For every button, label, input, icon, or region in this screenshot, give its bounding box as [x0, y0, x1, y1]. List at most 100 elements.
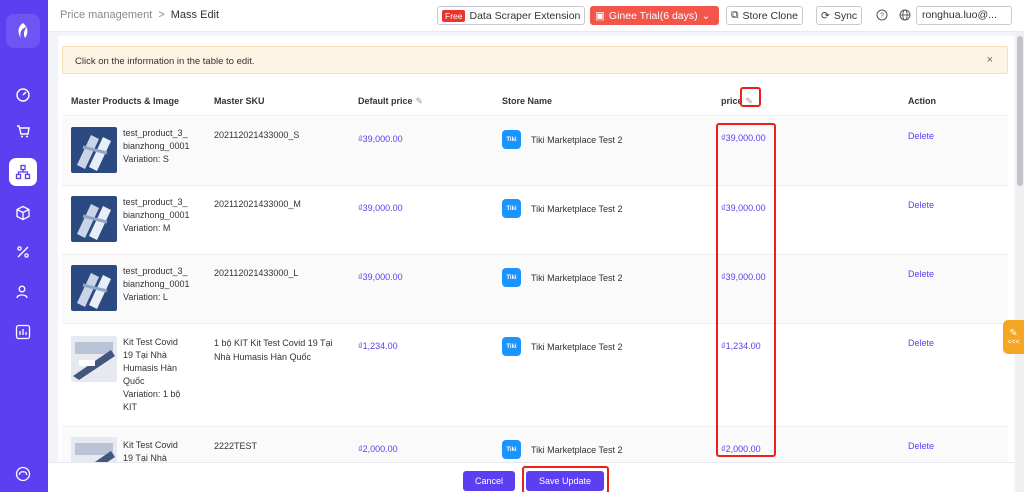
product-name-line: bianzhong_0001	[123, 279, 190, 289]
save-button-highlight	[522, 466, 609, 492]
globe-icon[interactable]	[899, 9, 911, 21]
tiki-store-icon: Tiki	[502, 268, 521, 287]
default-price-cell[interactable]: ₫39,000.00	[358, 203, 403, 213]
store-name: Tiki Marketplace Test 2	[531, 135, 623, 145]
master-sku: 202112021433000_M	[214, 197, 344, 211]
master-sku: 202112021433000_L	[214, 266, 344, 280]
percent-icon	[17, 246, 29, 258]
close-icon[interactable]: ×	[987, 54, 993, 66]
product-name-line: test_product_3_	[123, 197, 188, 207]
hierarchy-icon	[15, 164, 31, 180]
store-clone-label: Store Clone	[742, 9, 798, 22]
master-sku: 2222TEST	[214, 439, 344, 453]
info-notice: Click on the information in the table to…	[62, 46, 1008, 74]
cancel-button[interactable]: Cancel	[463, 471, 515, 491]
product-name: Kit Test Covid 19 Tại Nhà Humasis Hàn Qu…	[123, 336, 203, 414]
sku-line: 202112021433000_M	[214, 199, 301, 209]
product-name: test_product_3_ bianzhong_0001 Variation…	[123, 265, 203, 304]
header-default-price: Default price ✎	[358, 96, 423, 107]
mass-edit-panel: Click on the information in the table to…	[58, 36, 1014, 492]
product-name-line: 19 Tại Nhà	[123, 350, 167, 360]
product-name-line: test_product_3_	[123, 128, 188, 138]
help-icon[interactable]: ?	[876, 9, 888, 21]
delete-link[interactable]: Delete	[908, 131, 934, 141]
product-variation: Variation: S	[123, 154, 169, 164]
default-price-cell[interactable]: ₫39,000.00	[358, 134, 403, 144]
tiki-store-icon: Tiki	[502, 440, 521, 459]
delete-link[interactable]: Delete	[908, 441, 934, 451]
header-action: Action	[908, 96, 936, 106]
footer-bar: Cancel Save Update	[48, 462, 1014, 492]
logo-icon	[18, 23, 28, 38]
product-variation: KIT	[123, 402, 138, 412]
sidebar-item-dashboard[interactable]	[9, 80, 37, 108]
sidebar-item-products[interactable]	[9, 158, 37, 186]
sidebar-item-support[interactable]	[9, 460, 37, 488]
free-badge: Free	[442, 9, 466, 22]
sidebar-item-promotions[interactable]	[9, 238, 37, 266]
product-name: test_product_3_ bianzhong_0001 Variation…	[123, 127, 203, 166]
breadcrumb-parent[interactable]: Price management	[60, 9, 152, 21]
tool-icon: ✎	[1009, 328, 1018, 339]
pencil-icon[interactable]: ✎	[416, 96, 424, 107]
store-name: Tiki Marketplace Test 2	[531, 445, 623, 455]
clone-icon: ⧉	[731, 9, 739, 21]
sidebar-item-inventory[interactable]	[9, 199, 37, 227]
product-variation: Variation: L	[123, 292, 168, 302]
trial-button[interactable]: ▣ Ginee Trial(6 days) ⌄	[590, 6, 719, 25]
delete-link[interactable]: Delete	[908, 269, 934, 279]
product-name-line: Kit Test Covid	[123, 440, 178, 450]
delete-link[interactable]: Delete	[908, 338, 934, 348]
table-header: Master Products & Image Master SKU Defau…	[62, 88, 1008, 116]
header-store: Store Name	[502, 96, 553, 106]
product-name-line: bianzhong_0001	[123, 210, 190, 220]
product-image	[71, 336, 117, 382]
sku-line: 1 bộ KIT Kit Test Covid 19 Tại	[214, 338, 333, 348]
product-name-line: Kit Test Covid	[123, 337, 178, 347]
cart-icon	[17, 125, 30, 138]
breadcrumb-separator: >	[158, 9, 165, 21]
sidebar-item-reports[interactable]	[9, 318, 37, 346]
notice-text: Click on the information in the table to…	[75, 56, 255, 67]
product-image	[71, 196, 117, 242]
default-price-cell[interactable]: ₫1,234.00	[358, 341, 398, 351]
product-name-line: Humasis Hàn	[123, 363, 178, 373]
product-name-line: bianzhong_0001	[123, 141, 190, 151]
product-image	[71, 127, 117, 173]
bar-chart-icon	[15, 324, 31, 340]
sidebar-item-customers[interactable]	[9, 278, 37, 306]
gift-icon: ▣	[595, 9, 605, 22]
product-variation: Variation: 1 bộ	[123, 389, 181, 399]
store-clone-button[interactable]: ⧉ Store Clone	[726, 6, 803, 25]
user-menu[interactable]: ronghua.luo@...	[916, 6, 1012, 25]
master-sku: 202112021433000_S	[214, 128, 344, 142]
trial-label: Ginee Trial(6 days)	[608, 9, 698, 22]
sync-label: Sync	[833, 9, 858, 22]
tiki-store-icon: Tiki	[502, 130, 521, 149]
master-sku: 1 bộ KIT Kit Test Covid 19 Tại Nhà Humas…	[214, 336, 344, 364]
sku-line: Nhà Humasis Hàn Quốc	[214, 352, 312, 362]
chevron-down-icon: ⌄	[701, 9, 711, 22]
price-column-highlight	[716, 123, 776, 457]
breadcrumb: Price management > Mass Edit	[60, 9, 219, 21]
sku-line: 202112021433000_L	[214, 268, 299, 278]
default-price-cell[interactable]: ₫39,000.00	[358, 272, 403, 282]
product-name-line: Quốc	[123, 376, 145, 386]
sku-line: 202112021433000_S	[214, 130, 300, 140]
floating-tool-button[interactable]: ✎ <<<	[1003, 320, 1024, 354]
sync-button[interactable]: ⟳ Sync	[816, 6, 863, 25]
default-price-cell[interactable]: ₫2,000.00	[358, 444, 398, 454]
svg-text:?: ?	[880, 13, 884, 20]
users-icon	[16, 285, 28, 299]
sidebar-item-orders[interactable]	[9, 117, 37, 145]
data-scraper-button[interactable]: Free Data Scraper Extension	[437, 6, 586, 25]
scrollbar-thumb[interactable]	[1017, 36, 1023, 186]
header-default-price-label: Default price	[358, 96, 413, 106]
table-row: test_product_3_ bianzhong_0001 Variation…	[62, 186, 1008, 255]
price-edit-highlight	[740, 87, 761, 107]
sync-icon: ⟳	[821, 9, 830, 22]
delete-link[interactable]: Delete	[908, 200, 934, 210]
ginee-logo[interactable]	[6, 14, 40, 48]
breadcrumb-current: Mass Edit	[170, 9, 220, 21]
product-variation: Variation: M	[123, 223, 171, 233]
